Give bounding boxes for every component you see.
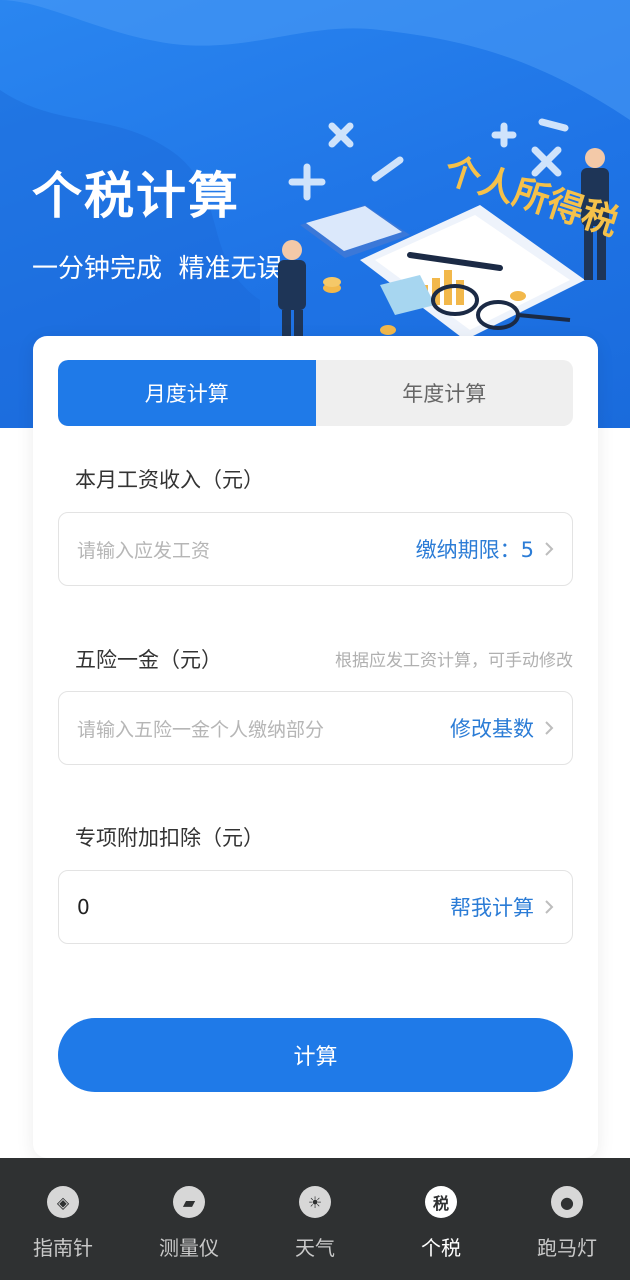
calc-mode-tabs: 月度计算 年度计算 xyxy=(58,360,573,426)
tabbar-item-tax[interactable]: 税 个税 xyxy=(378,1158,504,1280)
tax-icon: 税 xyxy=(425,1186,457,1218)
chevron-right-icon xyxy=(545,721,554,735)
payment-period-button[interactable]: 缴纳期限：5 xyxy=(416,534,554,564)
deduction-input[interactable]: 0 xyxy=(77,895,90,919)
payment-period-label: 缴纳期限：5 xyxy=(415,538,534,562)
tab-yearly[interactable]: 年度计算 xyxy=(316,360,574,426)
compass-icon: ◈ xyxy=(47,1186,79,1218)
deduction-field[interactable]: 0 帮我计算 xyxy=(58,870,573,944)
modify-base-label: 修改基数 xyxy=(450,717,534,741)
insurance-hint: 根据应发工资计算，可手动修改 xyxy=(335,651,573,671)
bulb-icon: ● xyxy=(551,1186,583,1218)
ruler-icon: ▰ xyxy=(173,1186,205,1218)
sun-icon: ☀ xyxy=(299,1186,331,1218)
modify-base-button[interactable]: 修改基数 xyxy=(450,713,554,743)
tabbar-label-compass: 指南针 xyxy=(33,1236,93,1260)
tabbar-item-marquee[interactable]: ● 跑马灯 xyxy=(504,1158,630,1280)
tabbar-label-marquee: 跑马灯 xyxy=(537,1236,597,1260)
tabbar-item-weather[interactable]: ☀ 天气 xyxy=(252,1158,378,1280)
chevron-right-icon xyxy=(545,900,554,914)
tabbar-label-tax: 个税 xyxy=(421,1236,461,1260)
tabbar-label-weather: 天气 xyxy=(295,1236,335,1260)
tax-illustration: 个人所得税 xyxy=(278,118,623,340)
bottom-tabbar: ◈ 指南针 ▰ 测量仪 ☀ 天气 税 个税 ● 跑马灯 xyxy=(0,1158,630,1280)
hero-title: 个税计算 xyxy=(32,167,240,225)
insurance-field[interactable]: 请输入五险一金个人缴纳部分 修改基数 xyxy=(58,691,573,765)
tabbar-label-ruler: 测量仪 xyxy=(159,1236,219,1260)
help-calculate-button[interactable]: 帮我计算 xyxy=(450,892,554,922)
salary-label: 本月工资收入（元） xyxy=(75,468,264,492)
calculate-button[interactable]: 计算 xyxy=(58,1018,573,1092)
insurance-label: 五险一金（元） xyxy=(75,648,222,672)
tabbar-item-ruler[interactable]: ▰ 测量仪 xyxy=(126,1158,252,1280)
hero-subtitle: 一分钟完成 精准无误 xyxy=(32,254,283,284)
salary-field[interactable]: 请输入应发工资 缴纳期限：5 xyxy=(58,512,573,586)
chevron-right-icon xyxy=(545,542,554,556)
deduction-label: 专项附加扣除（元） xyxy=(75,826,264,850)
tabbar-item-compass[interactable]: ◈ 指南针 xyxy=(0,1158,126,1280)
insurance-input[interactable]: 请输入五险一金个人缴纳部分 xyxy=(77,715,324,742)
help-calculate-label: 帮我计算 xyxy=(450,896,534,920)
tab-monthly[interactable]: 月度计算 xyxy=(58,360,316,426)
calculator-card: 月度计算 年度计算 本月工资收入（元） 请输入应发工资 缴纳期限：5 五险一金（… xyxy=(33,336,598,1158)
salary-input[interactable]: 请输入应发工资 xyxy=(77,536,210,563)
